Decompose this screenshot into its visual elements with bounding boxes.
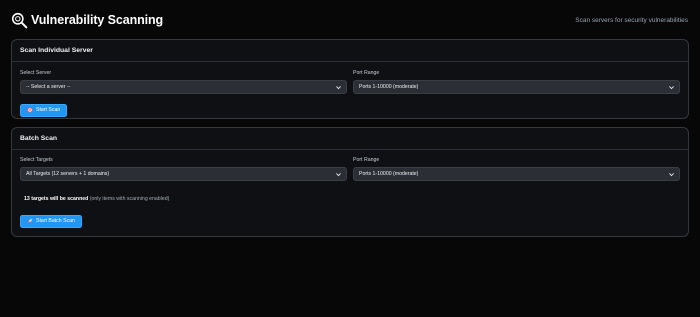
vulnerability-scanning-page: Vulnerability Scanning Scan servers for … [0,0,700,317]
form-row: Select Targets All Targets (12 servers +… [20,157,680,181]
targets-count: 13 targets will be scanned [24,196,89,202]
targets-count-info: 13 targets will be scanned (only items w… [24,196,680,202]
button-row: Start Scan [20,100,680,118]
page-title: Vulnerability Scanning [31,13,164,27]
chevron-down-icon [336,86,341,90]
magnifier-search-icon [11,12,28,28]
port-range-field: Port Range Ports 1-10000 (moderate) [353,157,680,181]
page-subtitle: Scan servers for security vulnerabilitie… [575,16,688,24]
brand: Vulnerability Scanning [11,12,163,29]
individual-scan-card: Scan Individual Server Select Server -- … [11,39,689,119]
chevron-down-icon [669,86,674,90]
card-title: Scan Individual Server [20,47,93,54]
targets-label: Select Targets [20,157,53,163]
port-range-field: Port Range Ports 1-10000 (moderate) [353,70,680,94]
card-body: Select Server -- Select a server -- Port… [12,62,688,126]
card-header: Scan Individual Server [12,40,688,62]
page-header: Vulnerability Scanning Scan servers for … [11,10,689,30]
chevron-down-icon [336,173,341,177]
targets-select[interactable]: All Targets (12 servers + 1 domains) [20,167,347,181]
card-title: Batch Scan [20,135,58,142]
port-range-select[interactable]: Ports 1-10000 (moderate) [353,167,680,181]
targets-count-note: (only items with scanning enabled) [89,196,170,202]
server-label: Select Server [20,70,52,76]
server-select-value: -- Select a server -- [26,84,71,90]
form-row: Select Server -- Select a server -- Port… [20,70,680,94]
start-scan-button[interactable]: Start Scan [20,103,68,117]
server-field: Select Server -- Select a server -- [20,70,347,94]
rocket-icon [27,218,33,224]
chevron-down-icon [669,173,674,177]
targets-field: Select Targets All Targets (12 servers +… [20,157,347,181]
start-batch-scan-button[interactable]: Start Batch Scan [20,214,82,228]
targets-select-value: All Targets (12 servers + 1 domains) [26,171,110,177]
button-row: Start Batch Scan [20,211,680,229]
start-batch-scan-label: Start Batch Scan [36,218,75,224]
batch-scan-card: Batch Scan Select Targets All Targets (1… [11,127,689,237]
port-range-value: Ports 1-10000 (moderate) [359,171,419,177]
start-scan-label: Start Scan [36,107,61,113]
target-icon [27,107,33,113]
port-range-value: Ports 1-10000 (moderate) [359,84,419,90]
port-range-label: Port Range [353,157,380,163]
card-header: Batch Scan [12,128,688,150]
card-body: Select Targets All Targets (12 servers +… [12,150,688,237]
port-range-select[interactable]: Ports 1-10000 (moderate) [353,80,680,94]
server-select[interactable]: -- Select a server -- [20,80,347,94]
port-range-label: Port Range [353,70,380,76]
